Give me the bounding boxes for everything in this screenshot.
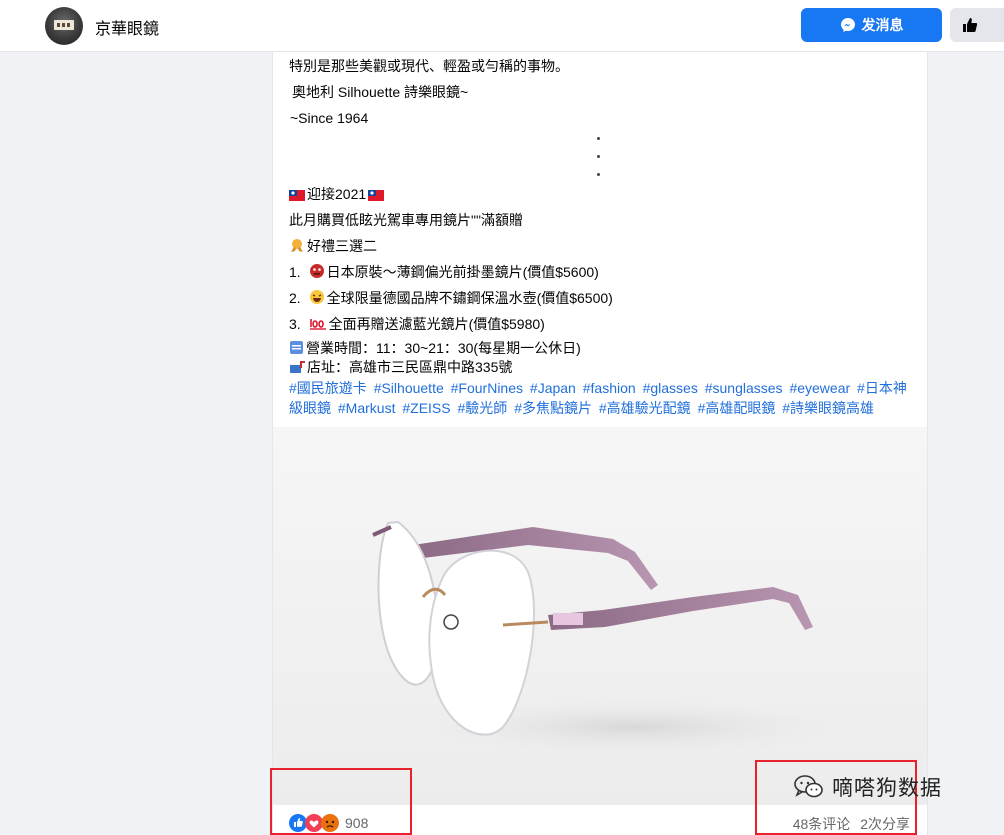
calendar-icon: [290, 341, 303, 354]
gift-item-3: 3. 全面再贈送濾藍光鏡片(價值$5980): [289, 316, 545, 332]
thumbs-up-icon: [963, 18, 978, 32]
hashtag-link[interactable]: #驗光師: [458, 400, 508, 416]
hashtag-link[interactable]: #Silhouette: [374, 380, 444, 396]
taiwan-flag-icon: [289, 190, 305, 201]
hashtag-link[interactable]: #高雄驗光配鏡: [599, 400, 691, 416]
hashtag-link[interactable]: #glasses: [643, 380, 698, 396]
hashtag-link[interactable]: #國民旅遊卡: [289, 380, 367, 396]
hashtag-link[interactable]: #Japan: [530, 380, 576, 396]
laughing-face-icon: [309, 290, 324, 304]
post-text-line: ~Since 1964: [290, 110, 369, 126]
hashtag-link[interactable]: #eyewear: [789, 380, 850, 396]
ellipsis-dot: [597, 155, 600, 158]
messenger-icon: [840, 18, 855, 32]
hashtag-link[interactable]: #多焦點鏡片: [514, 400, 592, 416]
ellipsis-dot: [597, 173, 600, 176]
promo-line: 此月購買低眩光駕車專用鏡片""滿額贈: [289, 212, 523, 228]
taiwan-flag-icon: [368, 190, 385, 201]
highlight-box-reactions: [270, 768, 412, 835]
hashtag-link[interactable]: #sunglasses: [705, 380, 783, 396]
gift-heading: 好禮三選二: [289, 236, 377, 256]
post-photo[interactable]: [273, 427, 927, 805]
hashtag-list: #國民旅遊卡 #Silhouette #FourNines #Japan #fa…: [289, 378, 911, 418]
hundred-points-icon: [309, 319, 326, 330]
avatar[interactable]: [45, 7, 83, 45]
wechat-icon: [794, 775, 823, 798]
welcome-line: 迎接2021: [289, 184, 386, 204]
hashtag-link[interactable]: #Markust: [338, 400, 396, 416]
mailbox-icon: [290, 361, 305, 373]
ribbon-icon: [291, 239, 303, 252]
address-line: 店址：高雄市三民區鼎中路335號: [289, 357, 512, 377]
hashtag-link[interactable]: #詩樂眼鏡高雄: [782, 400, 874, 416]
send-message-button[interactable]: 发消息: [801, 8, 942, 42]
hashtag-link[interactable]: #FourNines: [451, 380, 523, 396]
eyeglasses-image: [273, 427, 927, 805]
hours-line: 營業時間：11：30~21：30(每星期一公休日): [289, 338, 581, 358]
page-name[interactable]: 京華眼鏡: [95, 15, 159, 39]
watermark-text: 嘀嗒狗数据: [832, 777, 942, 800]
storefront-sign-icon: [54, 20, 74, 30]
watermark: 嘀嗒狗数据: [794, 772, 942, 802]
send-message-label: 发消息: [861, 17, 904, 33]
hashtag-link[interactable]: #ZEISS: [402, 400, 450, 416]
post-card: 特別是那些美觀或現代、輕盈或勻稱的事物。 奧地利 Silhouette 詩樂眼鏡…: [272, 52, 928, 835]
hashtag-link[interactable]: #fashion: [583, 380, 636, 396]
gift-item-1: 1. 日本原裝～薄鋼偏光前掛墨鏡片(價值$5600): [289, 264, 599, 280]
mask-icon: [309, 264, 324, 278]
ellipsis-dot: [597, 137, 600, 140]
post-text-line: 特別是那些美觀或現代、輕盈或勻稱的事物。: [289, 58, 569, 74]
hashtag-link[interactable]: #高雄配眼鏡: [698, 400, 776, 416]
post-text-line: 奧地利 Silhouette 詩樂眼鏡~: [292, 84, 469, 100]
like-page-button[interactable]: [950, 8, 1004, 42]
page-header: 京華眼鏡 发消息: [0, 0, 1004, 52]
gift-item-2: 2. 全球限量德國品牌不鏽鋼保溫水壺(價值$6500): [289, 290, 613, 306]
